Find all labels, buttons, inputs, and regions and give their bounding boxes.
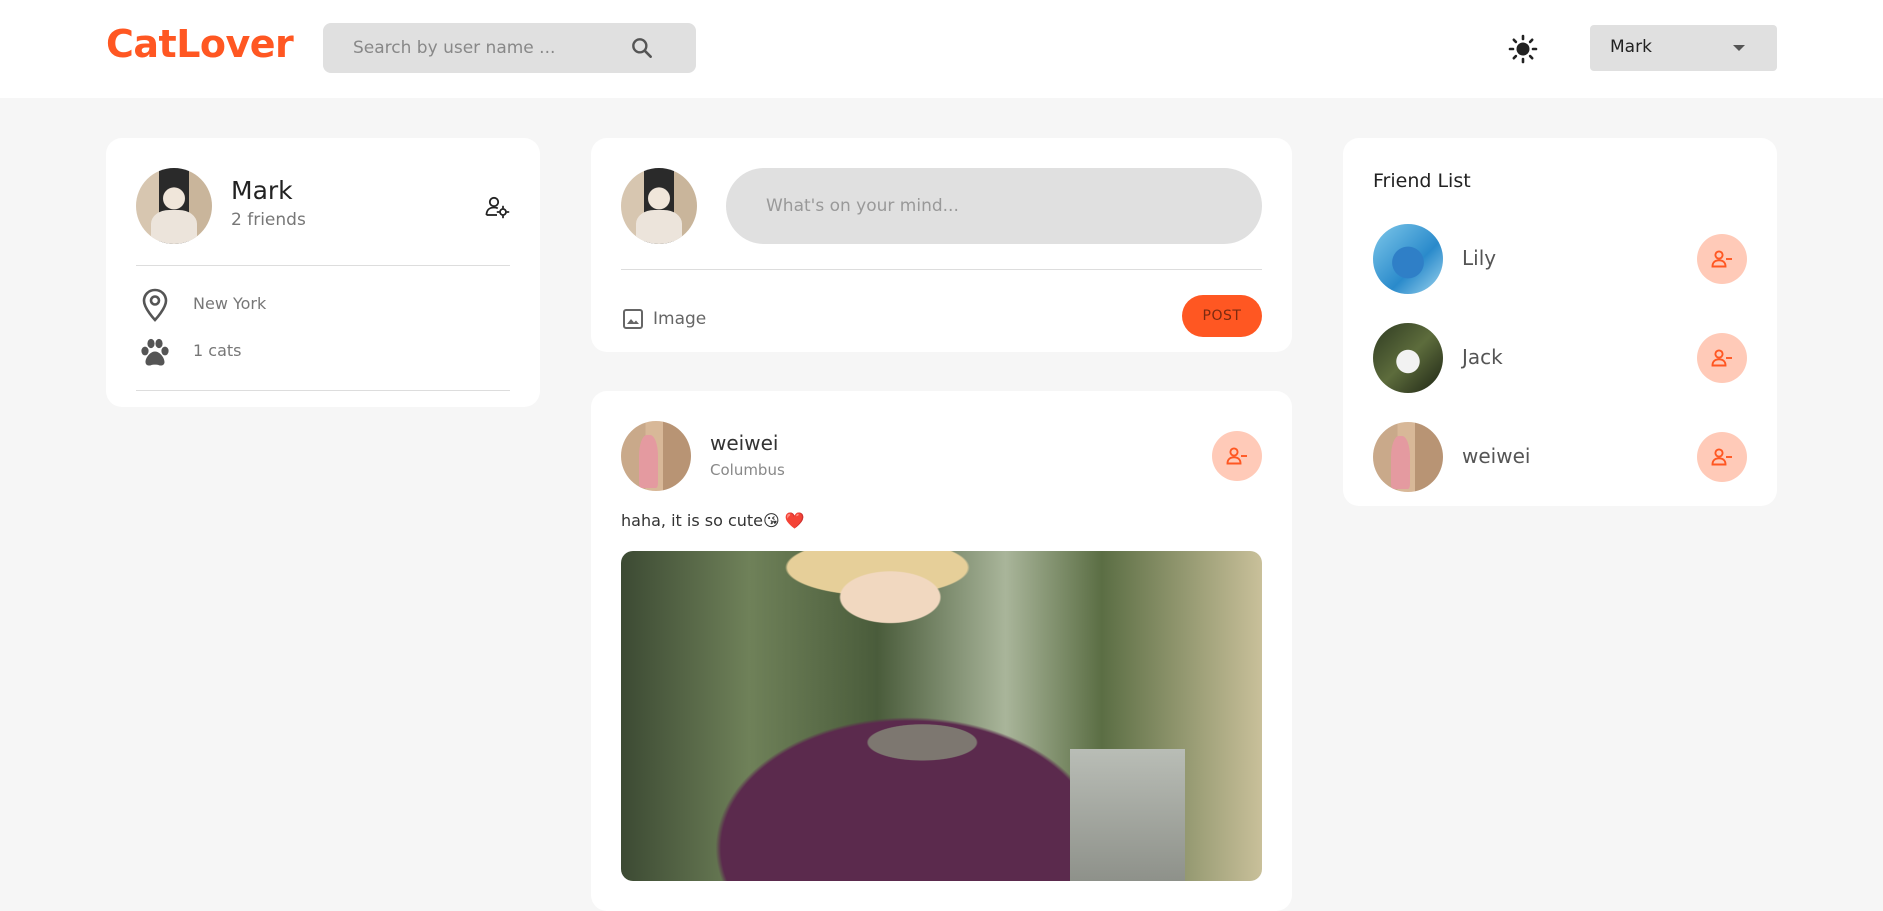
- profile-divider-top: [136, 265, 510, 266]
- manage-accounts-icon[interactable]: [484, 194, 510, 220]
- remove-friend-button[interactable]: [1697, 234, 1747, 284]
- user-menu-value: Mark: [1610, 37, 1652, 57]
- friend-name[interactable]: weiwei: [1462, 444, 1530, 468]
- friend-avatar[interactable]: [1373, 323, 1443, 393]
- sun-icon[interactable]: [1508, 34, 1538, 64]
- profile-friend-count: 2 friends: [231, 210, 306, 230]
- heart-emoji: ❤️: [784, 511, 805, 530]
- image-icon: [623, 309, 643, 329]
- friend-name[interactable]: Jack: [1462, 345, 1503, 369]
- location-pin-icon: [142, 288, 168, 322]
- person-remove-icon: [1711, 250, 1732, 268]
- app-logo[interactable]: CatLover: [106, 22, 294, 66]
- profile-name[interactable]: Mark: [231, 176, 293, 205]
- profile-card: Mark 2 friends New York 1 cats: [106, 138, 540, 407]
- post-author-avatar[interactable]: [621, 421, 691, 491]
- user-menu-select[interactable]: Mark: [1590, 25, 1777, 71]
- post-author-location: Columbus: [710, 461, 785, 479]
- person-remove-icon: [1226, 447, 1247, 465]
- remove-friend-button[interactable]: [1212, 431, 1262, 481]
- composer-input[interactable]: [766, 168, 1226, 244]
- search-icon[interactable]: [629, 35, 655, 61]
- post-button[interactable]: POST: [1182, 295, 1262, 337]
- profile-divider-bottom: [136, 390, 510, 391]
- post-composer: Image POST: [591, 138, 1292, 352]
- person-remove-icon: [1711, 349, 1732, 367]
- post-text-body: haha, it is so cute😘: [621, 511, 780, 530]
- friend-list-title: Friend List: [1373, 170, 1471, 192]
- feed-post: weiwei Columbus haha, it is so cute😘 ❤️: [591, 391, 1292, 911]
- add-image-label: Image: [653, 309, 707, 329]
- friend-list-card: Friend List Lily Jack weiwei: [1343, 138, 1777, 506]
- friend-list-item: weiwei: [1373, 422, 1747, 492]
- composer-divider: [621, 269, 1262, 270]
- friend-avatar[interactable]: [1373, 422, 1443, 492]
- remove-friend-button[interactable]: [1697, 432, 1747, 482]
- friend-list-item: Jack: [1373, 323, 1747, 393]
- profile-avatar[interactable]: [136, 168, 212, 244]
- friend-list-item: Lily: [1373, 224, 1747, 294]
- post-image-path: [1069, 749, 1186, 881]
- friend-avatar[interactable]: [1373, 224, 1443, 294]
- profile-location: New York: [193, 294, 267, 313]
- composer-input-wrap: [726, 168, 1262, 244]
- post-image[interactable]: [621, 551, 1262, 881]
- person-remove-icon: [1711, 448, 1732, 466]
- top-navbar: CatLover Mark: [0, 0, 1883, 98]
- profile-cat-count: 1 cats: [193, 341, 242, 360]
- search-box: [323, 23, 696, 73]
- post-author-name[interactable]: weiwei: [710, 431, 778, 455]
- remove-friend-button[interactable]: [1697, 333, 1747, 383]
- composer-avatar: [621, 168, 697, 244]
- friend-name[interactable]: Lily: [1462, 246, 1496, 270]
- paw-icon: [141, 338, 169, 366]
- chevron-down-icon: [1733, 45, 1745, 51]
- search-input[interactable]: [353, 23, 633, 73]
- post-text: haha, it is so cute😘 ❤️: [621, 511, 805, 530]
